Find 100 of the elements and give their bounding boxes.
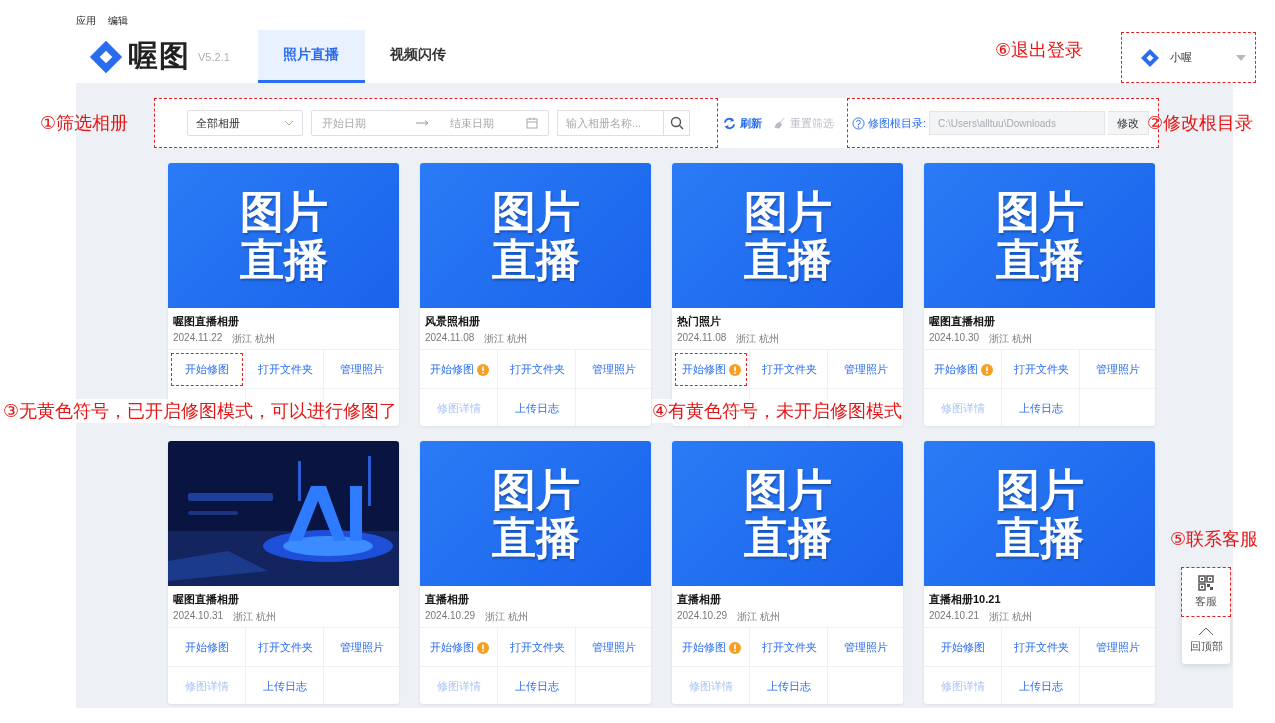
album-location: 浙江 杭州 — [736, 332, 780, 346]
card-action[interactable]: 管理照片 — [828, 350, 903, 389]
album-cover: 图片 直播 — [672, 163, 903, 308]
card-action[interactable]: 上传日志 — [498, 667, 576, 704]
search-field[interactable]: 输入相册名称... — [557, 110, 663, 136]
card-action[interactable]: 管理照片 — [576, 350, 651, 389]
album-card[interactable]: 喔图直播相册 2024.10.31 浙江 杭州 开始修图 打开文件夹 管理照片 修图详情 上传日志 — [168, 441, 399, 704]
album-title: 直播相册10.21 — [929, 592, 1002, 607]
album-date: 2024.10.31 — [173, 610, 224, 623]
menu-item[interactable]: 应用 — [76, 14, 96, 28]
album-date: 2024.11.22 — [173, 332, 223, 345]
album-location: 浙江 杭州 — [485, 610, 528, 624]
album-date: 2024.10.30 — [929, 332, 980, 345]
album-title: 喔图直播相册 — [173, 592, 240, 607]
calendar-icon — [526, 117, 538, 129]
card-action[interactable]: 打开文件夹 — [246, 350, 324, 389]
album-cover: 图片 直播 — [168, 163, 399, 308]
annotation-text: ④有黄色符号，未开启修图模式 — [652, 399, 903, 423]
search-button[interactable] — [663, 110, 690, 136]
card-action[interactable]: 打开文件夹 — [498, 350, 576, 389]
caret-icon — [1236, 54, 1246, 61]
card-action[interactable]: 管理照片 — [1080, 350, 1155, 389]
menu-item[interactable]: 编辑 — [108, 14, 128, 28]
card-action[interactable]: 上传日志 — [246, 667, 324, 704]
album-date: 2024.11.08 — [677, 332, 727, 345]
album-location: 浙江 杭州 — [737, 610, 780, 624]
album-cover: 图片 直播 — [420, 163, 651, 308]
album-date: 2024.10.21 — [929, 610, 980, 623]
album-cover: 图片 直播 — [924, 441, 1155, 586]
album-cover: 图片 直播 — [672, 441, 903, 586]
album-card[interactable]: 图片 直播 直播相册 2024.10.29 浙江 杭州 开始修图 打开文件夹 管理照片 修图详情 上传日志 — [420, 441, 651, 704]
album-date: 2024.11.08 — [425, 332, 475, 345]
album-card[interactable]: 图片 直播 直播相册 2024.10.29 浙江 杭州 开始修图 打开文件夹 管理照片 修图详情 上传日志 — [672, 441, 903, 704]
album-date: 2024.10.29 — [425, 610, 476, 623]
annotation-text: ③无黄色符号，已开启修图模式，可以进行修图了 — [3, 399, 398, 423]
back-to-top-button[interactable]: 回顶部 — [1182, 616, 1230, 664]
refresh-button[interactable]: 刷新 — [717, 115, 768, 131]
user-menu[interactable]: 小喔 — [1122, 33, 1255, 82]
card-action[interactable]: 开始修图 — [672, 350, 750, 389]
album-title: 喔图直播相册 — [173, 314, 240, 329]
card-action[interactable]: 打开文件夹 — [1002, 628, 1080, 667]
album-location: 浙江 杭州 — [989, 332, 1032, 346]
search-icon — [669, 116, 684, 130]
annotation-text: ②修改根目录 — [1147, 112, 1254, 135]
arrow-icon — [416, 120, 430, 126]
annotation-text: ①筛选相册 — [40, 112, 129, 135]
album-title: 直播相册 — [425, 592, 470, 607]
refresh-icon — [723, 116, 736, 130]
card-action[interactable]: 上传日志 — [750, 667, 828, 704]
album-title: 风景照相册 — [425, 314, 481, 329]
card-action[interactable]: 管理照片 — [324, 628, 399, 667]
card-action[interactable]: 开始修图 — [672, 628, 750, 667]
card-action[interactable]: 开始修图 — [924, 350, 1002, 389]
version-label: V5.2.1 — [198, 50, 230, 63]
album-location: 浙江 杭州 — [233, 610, 276, 624]
card-action[interactable]: 管理照片 — [576, 628, 651, 667]
album-card[interactable]: 图片 直播 风景照相册 2024.11.08 浙江 杭州 开始修图 打开文件夹 管理照片 修图详情 上传日志 — [420, 163, 651, 426]
card-action[interactable]: 上传日志 — [1002, 389, 1080, 426]
logo-icon — [1140, 47, 1160, 68]
album-location: 浙江 杭州 — [232, 332, 276, 346]
root-dir-label: 修图根目录: — [868, 115, 927, 131]
card-action[interactable]: 打开文件夹 — [1002, 350, 1080, 389]
album-select[interactable]: 全部相册 — [187, 110, 303, 136]
customer-service-button[interactable]: 客服 — [1182, 568, 1230, 616]
card-action[interactable]: 开始修图 — [924, 628, 1002, 667]
card-action[interactable]: 开始修图 — [420, 350, 498, 389]
album-card[interactable]: 图片 直播 直播相册10.21 2024.10.21 浙江 杭州 开始修图 打开文件夹 管理照片 修图详情 上传日志 — [924, 441, 1155, 704]
album-card[interactable]: 图片 直播 喔图直播相册 2024.10.30 浙江 杭州 开始修图 打开文件夹 管理照片 修图详情 上传日志 — [924, 163, 1155, 426]
nav-tab[interactable]: 视频闪传 — [364, 30, 472, 83]
annotation-text: ⑥退出登录 — [995, 39, 1084, 62]
album-date: 2024.10.29 — [677, 610, 728, 623]
card-action[interactable]: 管理照片 — [828, 628, 903, 667]
brand-name: 喔图 — [128, 38, 190, 74]
path-field: C:\Users\alltuu\Downloads — [929, 111, 1106, 135]
card-action[interactable]: 打开文件夹 — [750, 350, 828, 389]
card-action[interactable]: 管理照片 — [324, 350, 399, 389]
qr-code-icon — [1198, 575, 1214, 591]
card-action[interactable]: 打开文件夹 — [750, 628, 828, 667]
card-action[interactable]: 管理照片 — [1080, 628, 1155, 667]
card-action[interactable]: 开始修图 — [168, 350, 246, 389]
album-cover: 图片 直播 — [924, 163, 1155, 308]
card-action[interactable]: 打开文件夹 — [498, 628, 576, 667]
album-location: 浙江 杭州 — [989, 610, 1032, 624]
album-title: 热门照片 — [677, 314, 722, 329]
caret-up-icon — [1198, 626, 1214, 636]
annotation-text: ⑤联系客服 — [1170, 528, 1259, 551]
card-action[interactable]: 开始修图 — [420, 628, 498, 667]
chevron-icon — [284, 120, 294, 126]
card-action[interactable]: 上传日志 — [498, 389, 576, 426]
nav-tab[interactable]: 照片直播 — [257, 30, 365, 83]
album-location: 浙江 杭州 — [484, 332, 528, 346]
album-title: 喔图直播相册 — [929, 314, 996, 329]
card-action[interactable]: 上传日志 — [1002, 667, 1080, 704]
album-cover: 图片 直播 — [420, 441, 651, 586]
album-title: 直播相册 — [677, 592, 722, 607]
card-action[interactable]: 开始修图 — [168, 628, 246, 667]
logo-icon — [88, 38, 124, 75]
help-icon — [852, 116, 865, 130]
broom-icon — [774, 117, 786, 129]
card-action[interactable]: 打开文件夹 — [246, 628, 324, 667]
